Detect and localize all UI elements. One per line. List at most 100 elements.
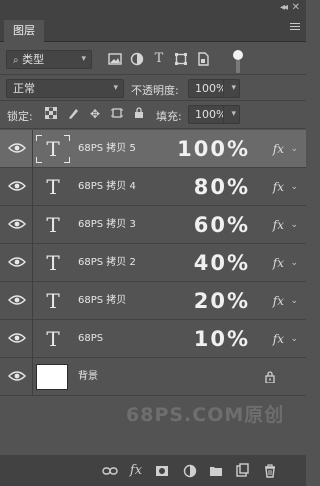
hamburger-menu-icon[interactable] <box>290 23 300 35</box>
panel-title-bar: ◂◂ ✕ <box>0 0 306 18</box>
smart-object-filter-icon[interactable] <box>196 52 210 66</box>
tab-layers[interactable]: 图层 <box>4 20 44 42</box>
layer-row[interactable]: T 68PS 拷贝 4 80% fx ⌄ <box>0 168 306 206</box>
lock-position-icon[interactable]: ✥ <box>88 107 102 121</box>
type-layer-thumbnail[interactable]: T <box>36 287 70 315</box>
visibility-eye-icon[interactable] <box>8 370 26 382</box>
layers-list: T 68PS 拷贝 5 100% fx ⌄ T 68PS 拷贝 4 80% fx… <box>0 130 306 398</box>
delete-layer-icon[interactable] <box>262 463 278 479</box>
layer-row[interactable]: T 68PS 拷贝 2 40% fx ⌄ <box>0 244 306 282</box>
selection-corner <box>64 157 70 163</box>
fx-icon[interactable]: fx <box>273 244 284 282</box>
type-layer-thumbnail[interactable]: T <box>36 325 70 353</box>
image-filter-icon[interactable] <box>108 52 122 66</box>
watermark-text: 68PS.COM原创 <box>126 404 285 426</box>
type-layer-thumbnail[interactable]: T <box>36 211 70 239</box>
divider <box>32 130 33 168</box>
chevron-down-icon: ▾ <box>231 109 236 119</box>
divider <box>32 282 33 320</box>
chevron-down-icon: ▾ <box>113 83 118 93</box>
layer-name[interactable]: 68PS 拷贝 3 <box>78 206 136 244</box>
double-chevron-icon[interactable]: ◂◂ <box>280 2 288 13</box>
type-filter-icon[interactable]: T <box>152 52 166 66</box>
close-icon[interactable]: ✕ <box>292 2 300 13</box>
layer-row[interactable]: T 68PS 10% fx ⌄ <box>0 320 306 358</box>
layers-bottom-toolbar: fx <box>0 455 306 486</box>
type-thumb-glyph: T <box>46 137 60 161</box>
layer-text-preview: 10% <box>193 327 250 351</box>
type-layer-thumbnail[interactable]: T <box>36 135 70 163</box>
opacity-value: 100% <box>195 82 227 95</box>
blend-mode-select[interactable]: 正常 ▾ <box>6 79 124 98</box>
visibility-eye-icon[interactable] <box>8 142 26 154</box>
background-layer-row[interactable]: 背景 <box>0 358 306 396</box>
layer-name[interactable]: 68PS 拷贝 2 <box>78 244 136 282</box>
chevron-down-icon[interactable]: ⌄ <box>290 168 298 206</box>
visibility-eye-icon[interactable] <box>8 218 26 230</box>
filter-toggle-switch[interactable] <box>233 50 243 74</box>
chevron-down-icon[interactable]: ⌄ <box>290 282 298 320</box>
divider <box>32 358 33 396</box>
opacity-label: 不透明度: <box>131 84 179 97</box>
chevron-down-icon[interactable]: ⌄ <box>290 206 298 244</box>
layer-text-preview: 80% <box>193 175 250 199</box>
fill-label: 填充: <box>156 110 182 123</box>
selection-corner <box>36 135 42 141</box>
layer-name[interactable]: 68PS 拷贝 5 <box>78 130 136 168</box>
type-layer-thumbnail[interactable]: T <box>36 173 70 201</box>
chevron-down-icon[interactable]: ⌄ <box>290 130 298 168</box>
layer-text-preview: 100% <box>177 137 250 161</box>
layer-name[interactable]: 68PS 拷贝 4 <box>78 168 136 206</box>
visibility-eye-icon[interactable] <box>8 180 26 192</box>
shape-filter-icon[interactable] <box>174 52 188 66</box>
fx-icon[interactable]: fx <box>128 463 144 479</box>
layer-name[interactable]: 68PS 拷贝 <box>78 282 126 320</box>
blend-mode-value: 正常 <box>13 82 35 95</box>
chevron-down-icon[interactable]: ⌄ <box>290 320 298 358</box>
lock-label: 锁定: <box>7 110 33 123</box>
opacity-dropdown-button[interactable]: ▾ <box>223 79 240 98</box>
fx-icon[interactable]: fx <box>273 206 284 244</box>
chevron-down-icon: ▾ <box>231 83 236 93</box>
filter-kind-select[interactable]: ⌕ 类型 ▾ <box>6 50 92 69</box>
link-layers-icon[interactable] <box>102 463 118 479</box>
lock-icon <box>265 371 275 384</box>
layer-row[interactable]: T 68PS 拷贝 3 60% fx ⌄ <box>0 206 306 244</box>
lock-transparent-pixels-icon[interactable] <box>44 106 58 121</box>
adjustment-layer-icon[interactable] <box>182 463 198 479</box>
layer-row[interactable]: T 68PS 拷贝 20% fx ⌄ <box>0 282 306 320</box>
background-layer-thumbnail[interactable] <box>36 364 68 390</box>
fill-dropdown-button[interactable]: ▾ <box>223 105 240 124</box>
search-icon: ⌕ <box>13 55 19 66</box>
divider <box>0 74 306 75</box>
fx-icon[interactable]: fx <box>273 168 284 206</box>
visibility-eye-icon[interactable] <box>8 332 26 344</box>
visibility-eye-icon[interactable] <box>8 256 26 268</box>
chevron-down-icon: ▾ <box>81 54 86 64</box>
fx-icon[interactable]: fx <box>273 282 284 320</box>
add-mask-icon[interactable] <box>154 463 170 479</box>
lock-artboard-icon[interactable] <box>110 107 124 121</box>
fx-icon[interactable]: fx <box>273 130 284 168</box>
fx-icon[interactable]: fx <box>273 320 284 358</box>
divider <box>32 206 33 244</box>
layer-row[interactable]: T 68PS 拷贝 5 100% fx ⌄ <box>0 130 306 168</box>
visibility-eye-icon[interactable] <box>8 294 26 306</box>
type-layer-thumbnail[interactable]: T <box>36 249 70 277</box>
layer-text-preview: 40% <box>193 251 250 275</box>
chevron-down-icon[interactable]: ⌄ <box>290 244 298 282</box>
new-layer-icon[interactable] <box>234 463 250 479</box>
layer-name[interactable]: 68PS <box>78 320 103 358</box>
lock-image-pixels-icon[interactable] <box>66 107 80 121</box>
new-group-icon[interactable] <box>208 463 224 479</box>
layer-name[interactable]: 背景 <box>78 358 98 396</box>
lock-all-icon[interactable] <box>132 107 146 121</box>
selection-corner <box>36 157 42 163</box>
divider <box>0 128 306 129</box>
adjustment-filter-icon[interactable] <box>130 52 144 66</box>
fill-value: 100% <box>195 108 227 121</box>
divider <box>32 244 33 282</box>
filter-kind-label: 类型 <box>22 53 45 66</box>
layer-text-preview: 20% <box>193 289 250 313</box>
divider <box>32 168 33 206</box>
